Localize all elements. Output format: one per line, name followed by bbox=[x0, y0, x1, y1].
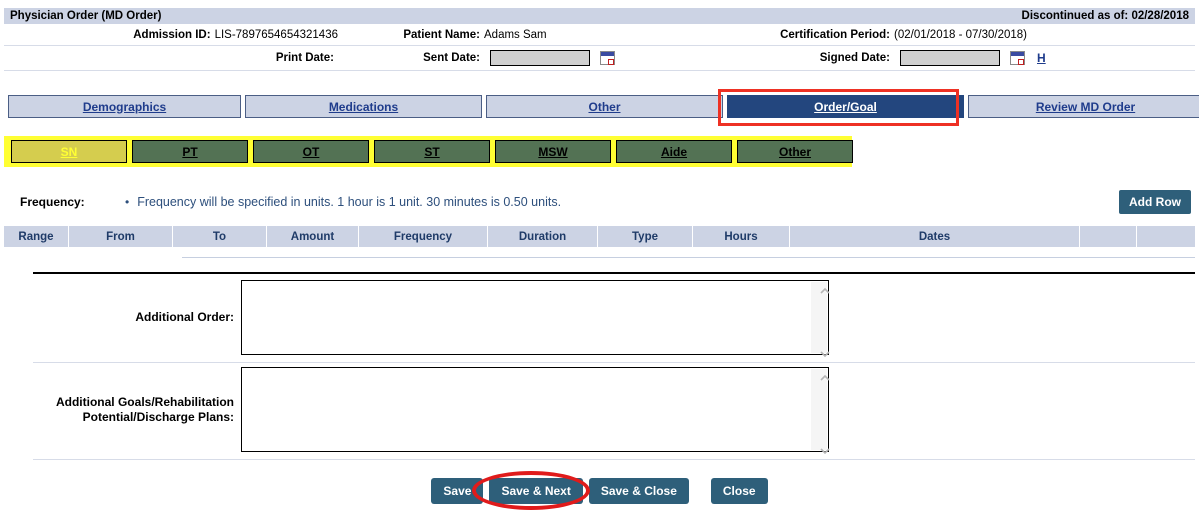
grid-header-frequency: Frequency bbox=[359, 226, 488, 247]
order-grid-header: Range From To Amount Frequency Duration Type Ho… bbox=[4, 226, 1195, 247]
sent-date-cell: Sent Date: bbox=[340, 50, 680, 66]
discontinued-status: Discontinued as of: 02/28/2018 bbox=[1021, 10, 1189, 22]
admission-id-label: Admission ID: bbox=[133, 29, 211, 41]
header-row-dates: Print Date: Sent Date: Signed Date: H bbox=[4, 46, 1195, 71]
discipline-tab-label: SN bbox=[60, 144, 78, 159]
add-row-button[interactable]: Add Row bbox=[1119, 190, 1191, 214]
discipline-tab-label: PT bbox=[182, 144, 198, 159]
grid-header-duration: Duration bbox=[488, 226, 598, 247]
grid-header-blank-9 bbox=[1080, 226, 1137, 247]
additional-goals-row: Additional Goals/Rehabilitation Potentia… bbox=[33, 367, 1195, 455]
patient-name-value: Adams Sam bbox=[484, 29, 547, 41]
additional-goals-textarea[interactable] bbox=[242, 368, 828, 451]
close-button[interactable]: Close bbox=[710, 478, 768, 504]
nav-tab-medications[interactable]: Medications bbox=[245, 95, 482, 118]
discipline-tab-label: Other bbox=[778, 144, 811, 159]
grid-header-to: To bbox=[173, 226, 267, 247]
bullet-icon: • bbox=[125, 195, 130, 209]
nav-tab-label: Review MD Order bbox=[1035, 99, 1136, 114]
discipline-tab-aide[interactable]: Aide bbox=[616, 140, 732, 163]
section-rule bbox=[33, 272, 1195, 274]
sent-date-label: Sent Date: bbox=[423, 52, 480, 64]
frequency-note-row: Frequency: • Frequency will be specified… bbox=[0, 190, 1199, 214]
header-row-identity: Admission ID: LIS-7897654654321436 Patie… bbox=[4, 25, 1195, 46]
frequency-note-text: Frequency will be specified in units. 1 … bbox=[137, 195, 562, 209]
grid-header-amount: Amount bbox=[267, 226, 359, 247]
calendar-icon[interactable] bbox=[600, 51, 615, 65]
row-separator bbox=[33, 362, 1195, 363]
form-title: Physician Order (MD Order) bbox=[10, 10, 162, 22]
form-titlebar: Physician Order (MD Order) Discontinued … bbox=[4, 8, 1195, 25]
primary-nav-tabs: Demographics Medications Other Order/Goal Re… bbox=[8, 95, 1199, 118]
grid-header-blank-10 bbox=[1137, 226, 1195, 247]
frequency-label: Frequency: bbox=[20, 195, 85, 209]
print-date-cell: Print Date: bbox=[4, 52, 340, 64]
nav-tab-order-goal[interactable]: Order/Goal bbox=[727, 95, 964, 118]
discipline-tab-pt[interactable]: PT bbox=[132, 140, 248, 163]
additional-order-row: Additional Order: bbox=[33, 280, 1195, 358]
row-separator bbox=[33, 459, 1195, 460]
patient-name-cell: Patient Name: Adams Sam bbox=[340, 29, 680, 41]
sent-date-input[interactable] bbox=[490, 50, 590, 66]
certification-period-label: Certification Period: bbox=[780, 29, 890, 41]
nav-tab-label: Medications bbox=[328, 99, 399, 114]
nav-tab-label: Order/Goal bbox=[814, 99, 877, 114]
additional-goals-scrollbar[interactable] bbox=[811, 369, 830, 455]
footer-button-bar: Save Save & Next Save & Close Close bbox=[0, 478, 1199, 504]
additional-goals-label: Additional Goals/Rehabilitation Potentia… bbox=[55, 394, 234, 424]
patient-name-label: Patient Name: bbox=[403, 29, 480, 41]
nav-tab-label: Demographics bbox=[82, 99, 167, 114]
additional-order-box bbox=[241, 280, 830, 358]
print-date-label: Print Date: bbox=[275, 52, 334, 64]
discipline-tab-label: MSW bbox=[538, 144, 568, 159]
history-link[interactable]: H bbox=[1037, 51, 1046, 65]
additional-order-scrollbar[interactable] bbox=[811, 282, 830, 358]
nav-tab-demographics[interactable]: Demographics bbox=[8, 95, 241, 118]
grid-header-dates: Dates bbox=[790, 226, 1080, 247]
certification-period-value: (02/01/2018 - 07/30/2018) bbox=[894, 29, 1027, 41]
grid-divider bbox=[182, 257, 1195, 258]
discipline-tabs: SN PT OT ST MSW Aide Other bbox=[11, 140, 853, 163]
discipline-tab-label: OT bbox=[302, 144, 320, 159]
grid-header-hours: Hours bbox=[693, 226, 790, 247]
certification-period-cell: Certification Period: (02/01/2018 - 07/3… bbox=[680, 29, 1195, 41]
grid-header-from: From bbox=[69, 226, 173, 247]
form-header: Physician Order (MD Order) Discontinued … bbox=[4, 8, 1195, 71]
discipline-tab-msw[interactable]: MSW bbox=[495, 140, 611, 163]
nav-tab-review-md-order[interactable]: Review MD Order bbox=[968, 95, 1199, 118]
admission-id-cell: Admission ID: LIS-7897654654321436 bbox=[4, 29, 340, 41]
discipline-tab-label: ST bbox=[424, 144, 440, 159]
save-next-button[interactable]: Save & Next bbox=[489, 478, 583, 504]
grid-header-type: Type bbox=[598, 226, 693, 247]
discipline-tab-ot[interactable]: OT bbox=[253, 140, 369, 163]
admission-id-value: LIS-7897654654321436 bbox=[214, 29, 338, 41]
save-button[interactable]: Save bbox=[431, 478, 484, 504]
save-close-button[interactable]: Save & Close bbox=[588, 478, 689, 504]
signed-date-input[interactable] bbox=[900, 50, 1000, 66]
grid-header-range: Range bbox=[4, 226, 69, 247]
discipline-tab-label: Aide bbox=[660, 144, 687, 159]
additional-goals-box bbox=[241, 367, 830, 455]
nav-tab-label: Other bbox=[588, 99, 621, 114]
discipline-tab-st[interactable]: ST bbox=[374, 140, 490, 163]
additional-order-textarea[interactable] bbox=[242, 281, 828, 354]
discipline-tab-sn[interactable]: SN bbox=[11, 140, 127, 163]
physician-order-page: Physician Order (MD Order) Discontinued … bbox=[0, 0, 1199, 523]
calendar-icon[interactable] bbox=[1010, 51, 1025, 65]
discipline-tab-other[interactable]: Other bbox=[737, 140, 853, 163]
additional-order-label: Additional Order: bbox=[135, 310, 234, 324]
signed-date-label: Signed Date: bbox=[819, 52, 890, 64]
nav-tab-other[interactable]: Other bbox=[486, 95, 723, 118]
signed-date-cell: Signed Date: H bbox=[680, 50, 1195, 66]
